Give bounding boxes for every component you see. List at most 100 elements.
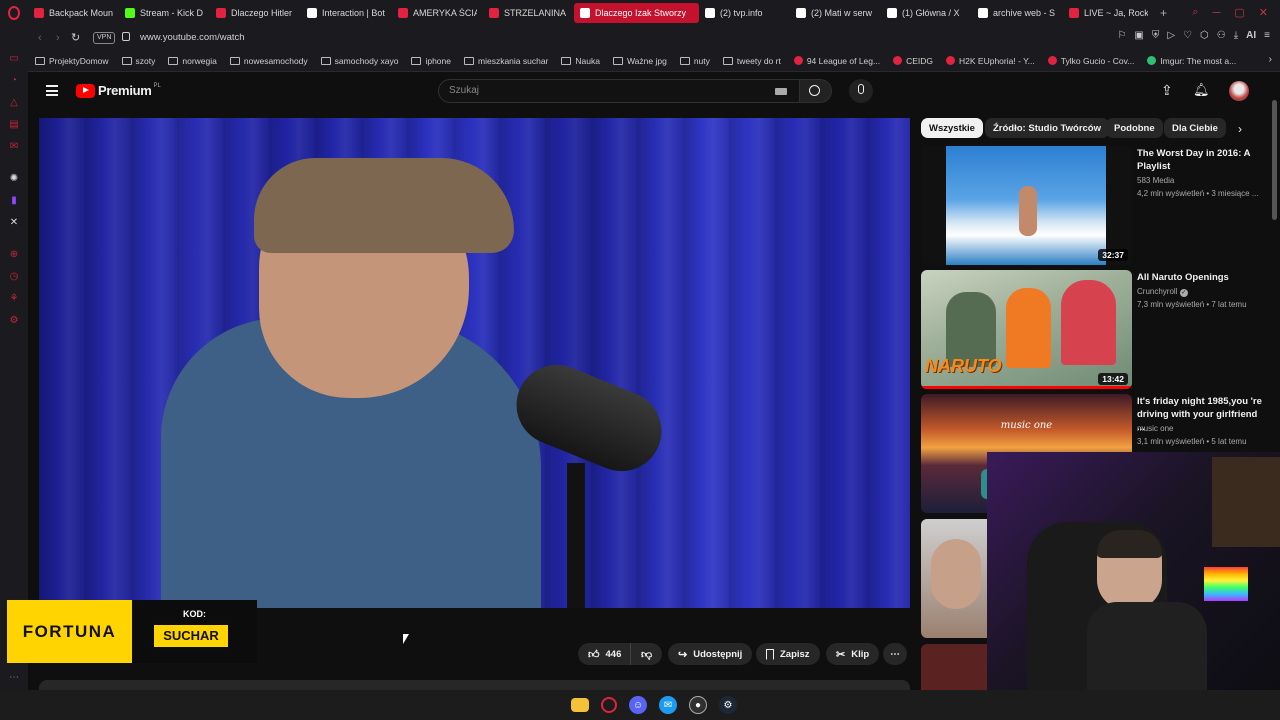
bookmark-icon[interactable]: ⚐ [1117,30,1126,41]
chip-related[interactable]: Podobne [1106,118,1163,138]
recommendation-thumbnail[interactable]: NARUTO 13:42 [921,270,1132,389]
browser-tab[interactable]: AMERYKA ŚCIĄ [392,0,483,25]
browser-tab[interactable]: (2) tvp.info [699,0,790,25]
url-field[interactable]: www.youtube.com/watch [140,32,245,43]
messenger-taskbar-icon[interactable]: ✉ [659,696,677,714]
reload-icon[interactable]: ↻ [71,31,80,44]
notifications-bell-icon[interactable]: 🔔︎ [1193,82,1210,98]
steam-icon[interactable]: ⚙ [719,696,737,714]
browser-tab[interactable]: Dlaczego Hitler [210,0,301,25]
close-window-icon[interactable]: ✕ [1259,6,1268,19]
maximize-icon[interactable]: ▢ [1234,6,1244,19]
x-icon[interactable]: ✕ [8,217,20,229]
download-icon[interactable]: ⤓ [1234,30,1238,41]
extensions-sidebar-icon[interactable]: ⚘ [8,293,20,305]
adblock-icon[interactable]: ⛨ [1152,30,1160,41]
menu-icon[interactable]: ≡ [1264,30,1270,41]
bookmark-item[interactable]: Tylko Gucio - Cov... [1047,56,1134,66]
opera-taskbar-icon[interactable] [601,697,617,713]
chatgpt-icon[interactable]: ✺ [8,173,20,185]
avatar[interactable] [1229,81,1249,101]
browser-tab[interactable]: (1) Główna / X [881,0,972,25]
chip-from-creator[interactable]: Źródło: Studio Twórców [985,118,1110,138]
player-icon[interactable]: ▷ [1167,30,1175,41]
bookmark-item[interactable]: 94 League of Leg... [793,56,880,66]
channel-name[interactable]: 583 Media [1137,176,1174,185]
recommendation-4-thumbnail[interactable] [921,519,987,638]
discord-icon[interactable]: ☺ [629,696,647,714]
forward-icon[interactable]: › [56,32,60,44]
search-input[interactable]: Szukaj [449,85,479,96]
video-player[interactable] [39,118,910,608]
voice-search-button[interactable] [849,79,873,103]
profile-icon[interactable]: ⚇ [1217,30,1226,41]
recommendation-5-thumbnail[interactable] [921,644,987,690]
bookmark-item[interactable]: tweety do rt [722,56,781,66]
new-tab-button[interactable]: + [1160,6,1167,20]
ai-button[interactable]: AI [1246,30,1256,41]
chip-for-you[interactable]: Dla Ciebie [1164,118,1226,138]
upload-icon[interactable]: ⇪ [1161,82,1173,99]
chips-next-icon[interactable]: › [1238,122,1242,136]
browser-tab[interactable]: Dlaczego Izak Stworzy [574,2,699,23]
aria-icon[interactable]: ◔ [8,75,20,87]
dislike-button[interactable]: 👎︎ [630,643,663,665]
recommendation-thumbnail[interactable]: 32:37 [921,146,1132,265]
more-actions-button[interactable]: ⋯ [883,643,907,665]
save-button[interactable]: Zapisz [756,643,820,665]
bookmark-item[interactable]: iphone [411,56,451,66]
add-icon[interactable]: ⊕ [8,249,20,261]
bookmark-item[interactable]: H2K EUphoria! - Y... [946,56,1035,66]
bookmark-item[interactable]: Ważne jpg [612,56,667,66]
browser-tab[interactable]: STRZELANINA W [483,0,574,25]
vpn-badge[interactable]: VPN [93,32,116,44]
crypto-wallet-icon[interactable]: △ [8,97,20,109]
bookmark-item[interactable]: norwegia [168,56,217,66]
scrollbar[interactable] [1272,100,1277,220]
bookmark-item[interactable]: samochody xayo [320,56,398,66]
recommendation-title[interactable]: All Naruto Openings [1137,271,1262,284]
keyboard-icon[interactable] [775,88,787,95]
clip-button[interactable]: ✂ Klip [826,643,880,665]
channel-name[interactable]: music one [1137,424,1173,433]
heart-icon[interactable]: ♡ [1183,30,1192,41]
browser-tab[interactable]: Backpack Mount [28,0,119,25]
bookmark-item[interactable]: nuty [679,56,710,66]
extensions-icon[interactable]: ⬡ [1200,30,1209,41]
messenger-icon[interactable]: ▤ [8,119,20,131]
hamburger-menu-icon[interactable] [46,85,58,96]
bookmark-item[interactable]: Imgur: The most a... [1147,56,1236,66]
bookmark-item[interactable]: mieszkania suchar [464,56,548,66]
browser-tab[interactable]: LIVE ~ Ja, Rock [1063,0,1154,25]
windows-start-icon[interactable] [543,697,559,713]
browser-tab[interactable]: (2) Mati w serw [790,0,881,25]
youtube-logo[interactable]: Premium PL [76,83,161,98]
more-icon[interactable]: ⋯ [8,672,20,684]
bookmark-item[interactable]: nowesamochody [229,56,308,66]
history-icon[interactable]: ◷ [8,271,20,283]
browser-tab[interactable]: Stream - Kick D [119,0,210,25]
search-tabs-icon[interactable]: ⌕ [1192,6,1198,19]
search-button[interactable] [800,79,832,103]
chip-all[interactable]: Wszystkie [921,118,983,138]
search-box[interactable]: Szukaj [438,79,800,103]
bookmarks-more-icon[interactable]: › [1269,54,1272,65]
back-icon[interactable]: ‹ [38,32,42,44]
browser-tab[interactable]: archive web - S [972,0,1063,25]
like-button[interactable]: 👍︎ 446 [578,643,634,665]
speed-dial-icon[interactable]: ▭ [8,53,20,65]
description-box[interactable] [39,680,910,690]
file-explorer-icon[interactable] [571,698,589,712]
opera-logo-icon[interactable] [0,0,28,25]
settings-icon[interactable]: ⚙ [8,315,20,327]
obs-icon[interactable]: ● [689,696,707,714]
bookmark-item[interactable]: szoty [121,56,155,66]
share-button[interactable]: ↪ Udostępnij [668,643,753,665]
channel-name[interactable]: Crunchyroll ✓ [1137,287,1188,297]
recommendation-title[interactable]: The Worst Day in 2016: A Playlist [1137,147,1262,173]
bookmark-item[interactable]: Nauka [561,56,600,66]
bookmark-item[interactable]: ProjektyDomow [35,56,109,66]
browser-tab[interactable]: Interaction | Bot [301,0,392,25]
mail-icon[interactable]: ✉ [8,141,20,153]
snapshot-icon[interactable]: ▣ [1134,30,1143,41]
